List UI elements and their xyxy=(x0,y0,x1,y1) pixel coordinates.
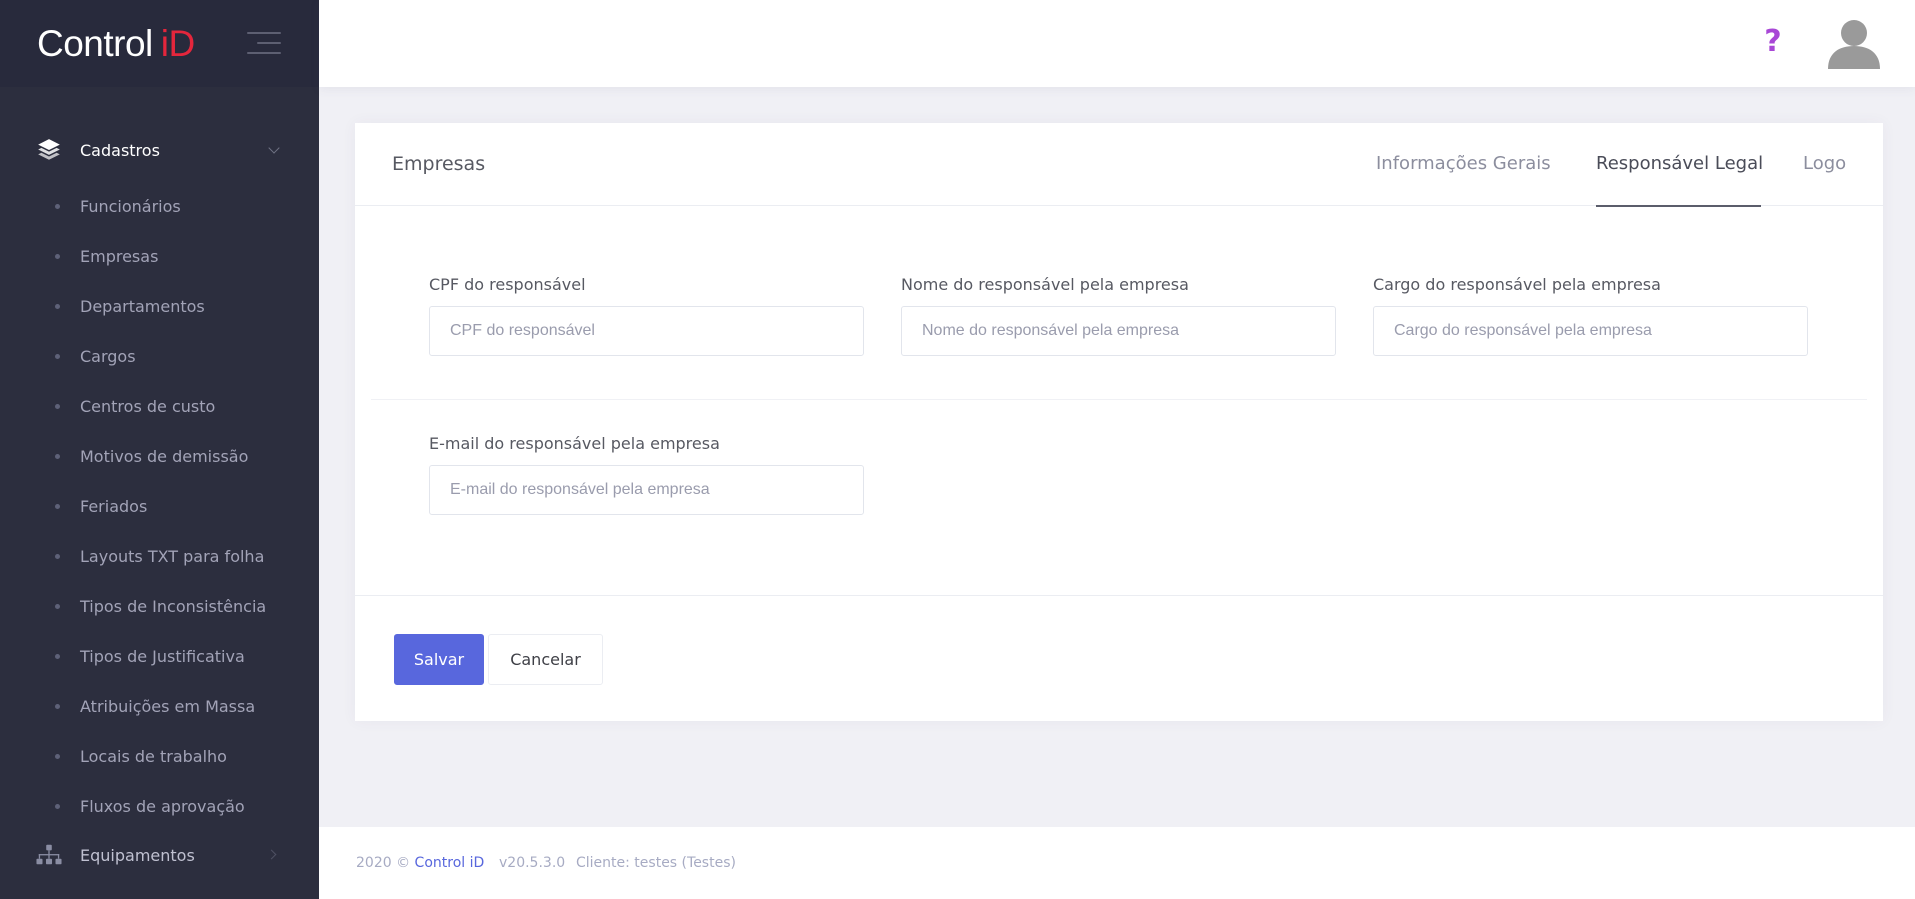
sidebar-item-label: Empresas xyxy=(80,246,159,266)
sidebar-section-label: Cadastros xyxy=(80,140,160,160)
sidebar-item-empresas[interactable]: Empresas xyxy=(0,231,319,281)
cpf-label: CPF do responsável xyxy=(429,275,586,294)
chevron-down-icon xyxy=(268,142,280,154)
sidebar-item-label: Tipos de Justificativa xyxy=(80,646,245,666)
sidebar-item-label: Atribuições em Massa xyxy=(80,696,256,716)
nome-label: Nome do responsável pela empresa xyxy=(901,275,1189,294)
bullet-icon xyxy=(55,653,60,659)
sidebar-item-funcionarios[interactable]: Funcionários xyxy=(0,181,319,231)
tab-logo[interactable]: Logo xyxy=(1803,153,1846,174)
active-tab-indicator xyxy=(1596,205,1761,207)
sidebar-section-label: Equipamentos xyxy=(80,845,195,865)
sidebar-section-equipamentos[interactable]: Equipamentos xyxy=(0,836,319,874)
bullet-icon xyxy=(55,703,60,709)
bullet-icon xyxy=(55,803,60,809)
chevron-right-icon xyxy=(266,849,277,860)
email-label: E-mail do responsável pela empresa xyxy=(429,434,720,453)
logo[interactable]: Control iD xyxy=(37,23,195,65)
sidebar-item-label: Motivos de demissão xyxy=(80,446,249,466)
sidebar-item-label: Centros de custo xyxy=(80,396,216,416)
sidebar-item-fluxos-de-aprovacao[interactable]: Fluxos de aprovação xyxy=(0,781,319,831)
sidebar-item-feriados[interactable]: Feriados xyxy=(0,481,319,531)
cpf-input[interactable] xyxy=(429,306,864,356)
card-header: Empresas Informações Gerais Responsável … xyxy=(355,123,1883,207)
form-card: Empresas Informações Gerais Responsável … xyxy=(355,123,1883,721)
cargo-label: Cargo do responsável pela empresa xyxy=(1373,275,1661,294)
tab-responsavel-legal[interactable]: Responsável Legal xyxy=(1596,153,1763,174)
page-title: Empresas xyxy=(392,153,486,175)
footer-client: Cliente: testes (Testes) xyxy=(576,855,736,871)
sidebar-item-label: Feriados xyxy=(80,496,148,516)
sidebar-item-label: Layouts TXT para folha xyxy=(80,546,265,566)
bullet-icon xyxy=(55,203,60,209)
sidebar-item-label: Departamentos xyxy=(80,296,205,316)
user-avatar-icon[interactable] xyxy=(1826,15,1882,71)
submenu-cadastros: Funcionários Empresas Departamentos Carg… xyxy=(0,181,319,831)
sidebar-item-label: Locais de trabalho xyxy=(80,746,227,766)
menu-toggle-icon[interactable] xyxy=(247,32,281,54)
bullet-icon xyxy=(55,303,60,309)
footer-copyright: 2020 © Control iD xyxy=(356,855,484,871)
sitemap-icon xyxy=(36,844,62,865)
logo-text: Control xyxy=(37,22,153,64)
cargo-input[interactable] xyxy=(1373,306,1808,356)
email-input[interactable] xyxy=(429,465,864,515)
brand-header: Control iD xyxy=(0,0,319,87)
help-icon[interactable]: ? xyxy=(1758,22,1788,62)
bullet-icon xyxy=(55,503,60,509)
tab-informacoes-gerais[interactable]: Informações Gerais xyxy=(1376,153,1551,174)
logo-accent: iD xyxy=(160,22,195,64)
card-footer-divider xyxy=(355,595,1883,596)
footer: 2020 © Control iD v20.5.3.0 Cliente: tes… xyxy=(319,827,1915,899)
footer-brand-link[interactable]: Control iD xyxy=(415,855,485,871)
nome-input[interactable] xyxy=(901,306,1336,356)
top-header: ? xyxy=(319,0,1915,87)
sidebar-item-label: Funcionários xyxy=(80,196,181,216)
save-button[interactable]: Salvar xyxy=(394,634,484,685)
cancel-button[interactable]: Cancelar xyxy=(488,634,603,685)
sidebar-item-departamentos[interactable]: Departamentos xyxy=(0,281,319,331)
sidebar-item-label: Fluxos de aprovação xyxy=(80,796,245,816)
form-divider xyxy=(371,399,1867,400)
sidebar-item-atribuicoes-em-massa[interactable]: Atribuições em Massa xyxy=(0,681,319,731)
sidebar: Control iD Cadastros Funcionários Empresa… xyxy=(0,0,319,899)
bullet-icon xyxy=(55,753,60,759)
bullet-icon xyxy=(55,353,60,359)
sidebar-item-label: Cargos xyxy=(80,346,136,366)
footer-version: v20.5.3.0 xyxy=(499,855,566,871)
sidebar-item-motivos-de-demissao[interactable]: Motivos de demissão xyxy=(0,431,319,481)
sidebar-item-cargos[interactable]: Cargos xyxy=(0,331,319,381)
sidebar-item-centros-de-custo[interactable]: Centros de custo xyxy=(0,381,319,431)
sidebar-item-tipos-de-justificativa[interactable]: Tipos de Justificativa xyxy=(0,631,319,681)
sidebar-item-layouts-txt[interactable]: Layouts TXT para folha xyxy=(0,531,319,581)
sidebar-section-cadastros[interactable]: Cadastros xyxy=(0,131,319,169)
layers-icon xyxy=(38,139,60,160)
bullet-icon xyxy=(55,603,60,609)
sidebar-item-locais-de-trabalho[interactable]: Locais de trabalho xyxy=(0,731,319,781)
footer-copyright-text: 2020 © xyxy=(356,855,411,871)
bullet-icon xyxy=(55,253,60,259)
bullet-icon xyxy=(55,453,60,459)
sidebar-item-label: Tipos de Inconsistência xyxy=(80,596,267,616)
bullet-icon xyxy=(55,403,60,409)
sidebar-item-tipos-de-inconsistencia[interactable]: Tipos de Inconsistência xyxy=(0,581,319,631)
bullet-icon xyxy=(55,553,60,559)
